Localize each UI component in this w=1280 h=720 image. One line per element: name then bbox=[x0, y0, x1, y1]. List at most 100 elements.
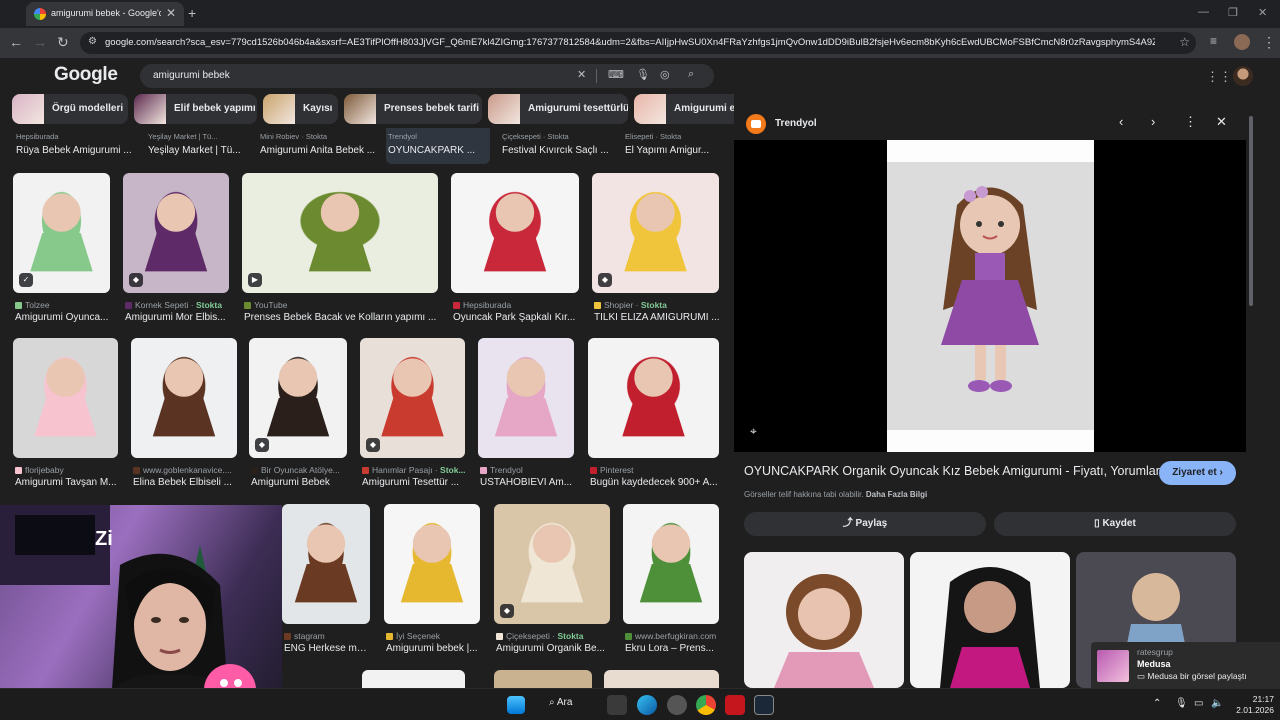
result-source[interactable]: stagram bbox=[284, 631, 372, 641]
media-controls-icon[interactable]: ≡ bbox=[1210, 34, 1217, 48]
image-result[interactable]: İyi Seçenek Amigurumi bebek |... bbox=[384, 504, 480, 664]
network-icon[interactable]: ▭ bbox=[1194, 698, 1203, 709]
image-result[interactable]: www.goblenkanavice.... Elina Bebek Elbise… bbox=[131, 338, 237, 498]
image-result[interactable]: Elisepeti · Stokta El Yapımı Amigur... bbox=[623, 128, 723, 164]
image-result[interactable]: Hepsiburada Rüya Bebek Amigurumi ... bbox=[14, 128, 136, 164]
result-source[interactable]: YouTube bbox=[244, 300, 440, 310]
clear-icon[interactable]: ✕ bbox=[577, 68, 586, 81]
bookmark-star-icon[interactable]: ☆ bbox=[1179, 35, 1190, 49]
active-tab[interactable]: amigurumi bebek - Google'da A ✕ bbox=[26, 2, 184, 26]
back-icon[interactable]: ← bbox=[9, 34, 23, 50]
related-image[interactable] bbox=[910, 552, 1070, 688]
result-source[interactable]: florijebaby bbox=[15, 465, 120, 475]
result-thumbnail[interactable] bbox=[451, 173, 579, 293]
result-thumbnail[interactable] bbox=[478, 338, 574, 458]
close-tab-icon[interactable]: ✕ bbox=[166, 6, 176, 20]
result-caption[interactable]: Amigurumi Organik Be... bbox=[496, 643, 612, 654]
result-caption[interactable]: OYUNCAKPARK ... bbox=[388, 145, 492, 156]
previous-icon[interactable]: ‹ bbox=[1119, 114, 1123, 129]
google-logo[interactable]: Google bbox=[54, 64, 118, 86]
result-thumbnail[interactable] bbox=[494, 670, 592, 688]
image-result[interactable]: www.berfugkiran.com Ekru Lora – Prens... bbox=[623, 504, 719, 664]
result-source[interactable]: Yeşilay Market | Tü... bbox=[148, 132, 246, 141]
result-source[interactable]: Tolzee bbox=[15, 300, 112, 310]
profile-avatar[interactable] bbox=[1234, 34, 1250, 50]
save-button[interactable]: ▯ Kaydet bbox=[994, 512, 1236, 536]
image-result[interactable]: ◆ Kornek Sepeti · Stokta Amigurumi Mor Elb… bbox=[123, 173, 229, 333]
minimize-icon[interactable]: — bbox=[1198, 6, 1209, 18]
taskbar-search[interactable]: ⌕ Ara bbox=[549, 697, 572, 708]
image-result[interactable]: ✓ Tolzee Amigurumi Oyunca... bbox=[13, 173, 110, 333]
notification-toast[interactable]: ratesgrup Medusa ▭ Medusa bir görsel pay… bbox=[1091, 642, 1280, 688]
image-result[interactable]: ◆ Shopier · Stokta TİLKİ ELİZA AMİGURUMİ .… bbox=[592, 173, 721, 333]
chip-2[interactable]: Kayısı bbox=[263, 94, 338, 124]
result-caption[interactable]: Amigurumi bebek |... bbox=[386, 643, 482, 654]
forward-icon[interactable]: → bbox=[33, 34, 47, 50]
new-tab-button[interactable]: + bbox=[188, 5, 196, 21]
image-result[interactable]: ◆ Çiçeksepeti · Stokta Amigurumi Organik B… bbox=[494, 504, 610, 664]
image-result[interactable]: ◆ Hanımlar Pasajı · Stok... Amigurumi Tese… bbox=[360, 338, 467, 498]
result-source[interactable]: Trendyol bbox=[480, 465, 576, 475]
result-thumbnail[interactable]: ◆ bbox=[123, 173, 229, 293]
result-caption[interactable]: Bugün kaydedecek 900+ A... bbox=[590, 477, 721, 488]
tray-overflow-icon[interactable]: ⌃ bbox=[1153, 698, 1161, 709]
result-source[interactable]: Mini Robiev · Stokta bbox=[260, 132, 380, 141]
result-caption[interactable]: Ekru Lora – Prens... bbox=[625, 643, 721, 654]
image-result[interactable]: ▶ YouTube Prenses Bebek Bacak ve Kolların … bbox=[242, 173, 438, 333]
result-caption[interactable]: Amigurumi Mor Elbis... bbox=[125, 312, 231, 323]
image-result[interactable]: Mini Robiev · Stokta Amigurumi Anita Bebe… bbox=[258, 128, 378, 164]
volume-icon[interactable]: 🔈 bbox=[1211, 698, 1223, 709]
result-thumbnail[interactable] bbox=[588, 338, 719, 458]
result-thumbnail[interactable] bbox=[131, 338, 237, 458]
result-thumbnail[interactable] bbox=[604, 670, 719, 688]
scrollbar-thumb[interactable] bbox=[1249, 116, 1253, 306]
result-caption[interactable]: TİLKİ ELİZA AMİGURUMİ ... bbox=[594, 312, 721, 323]
result-source[interactable]: www.goblenkanavice.... bbox=[133, 465, 239, 475]
related-image[interactable] bbox=[744, 552, 904, 688]
app-icon[interactable] bbox=[667, 695, 687, 715]
result-caption[interactable]: ENG Herkese mer... bbox=[284, 643, 372, 654]
image-result[interactable]: Trendyol OYUNCAKPARK ... bbox=[386, 128, 490, 164]
result-caption[interactable]: El Yapımı Amigur... bbox=[625, 145, 725, 156]
share-button[interactable]: ⤴ Paylaş bbox=[744, 512, 986, 536]
steam-icon[interactable] bbox=[754, 695, 774, 715]
more-options-icon[interactable]: ⋮ bbox=[1184, 114, 1197, 130]
image-result[interactable]: Hepsiburada Oyuncak Park Şapkalı Kır... bbox=[451, 173, 579, 333]
task-view-icon[interactable] bbox=[607, 695, 627, 715]
search-query[interactable]: amigurumi bebek bbox=[153, 70, 230, 81]
result-source[interactable]: Shopier · Stokta bbox=[594, 300, 721, 310]
result-thumbnail[interactable]: ◆ bbox=[592, 173, 719, 293]
result-source[interactable]: Hanımlar Pasajı · Stok... bbox=[362, 465, 467, 475]
result-caption[interactable]: Festival Kıvırcık Saçlı ... bbox=[502, 145, 614, 156]
browser-menu-icon[interactable]: ⋮ bbox=[1262, 34, 1276, 51]
result-caption[interactable]: Amigurumi Tavşan M... bbox=[15, 477, 120, 488]
lens-icon[interactable]: ◎ bbox=[660, 68, 670, 81]
site-info-icon[interactable]: ⚙ bbox=[88, 36, 97, 47]
more-info-link[interactable]: Daha Fazla Bilgi bbox=[866, 490, 927, 499]
image-result[interactable]: stagram ENG Herkese mer... bbox=[282, 504, 372, 664]
chip-5[interactable]: Amigurumi en bbox=[634, 94, 734, 124]
result-caption[interactable]: Amigurumi Tesettür ... bbox=[362, 477, 467, 488]
close-window-icon[interactable]: ✕ bbox=[1258, 6, 1267, 19]
chip-4[interactable]: Amigurumi tesettürlü bbox=[488, 94, 628, 124]
result-source[interactable]: Bir Oyuncak Atölye... bbox=[251, 465, 349, 475]
result-thumbnail[interactable] bbox=[623, 504, 719, 624]
system-clock[interactable]: 21:17 2.01.2026 bbox=[1230, 694, 1274, 716]
result-caption[interactable]: Yeşilay Market | Tü... bbox=[148, 145, 246, 156]
microphone-tray-icon[interactable]: 🎙 bbox=[1175, 698, 1188, 709]
image-result[interactable]: ◆ Bir Oyuncak Atölye... Amigurumi Bebek bbox=[249, 338, 347, 498]
image-result[interactable]: Trendyol USTAHOBİEVİ Am... bbox=[478, 338, 574, 498]
result-thumbnail[interactable] bbox=[362, 670, 465, 688]
search-box[interactable]: amigurumi bebek ✕ ⌨ 🎙 ◎ ⌕ bbox=[140, 64, 714, 88]
result-caption[interactable]: Amigurumi Anita Bebek ... bbox=[260, 145, 380, 156]
panel-scrollbar[interactable] bbox=[1248, 106, 1254, 688]
result-thumbnail[interactable]: ◆ bbox=[494, 504, 610, 624]
visual-search-icon[interactable]: ⌖ bbox=[750, 424, 757, 439]
result-thumbnail[interactable] bbox=[384, 504, 480, 624]
microphone-icon[interactable]: 🎙 bbox=[636, 68, 650, 81]
image-result[interactable]: florijebaby Amigurumi Tavşan M... bbox=[13, 338, 118, 498]
start-windows-icon[interactable] bbox=[507, 696, 525, 714]
edge-icon[interactable] bbox=[637, 695, 657, 715]
result-source[interactable]: www.berfugkiran.com bbox=[625, 631, 721, 641]
result-thumbnail[interactable]: ◆ bbox=[249, 338, 347, 458]
